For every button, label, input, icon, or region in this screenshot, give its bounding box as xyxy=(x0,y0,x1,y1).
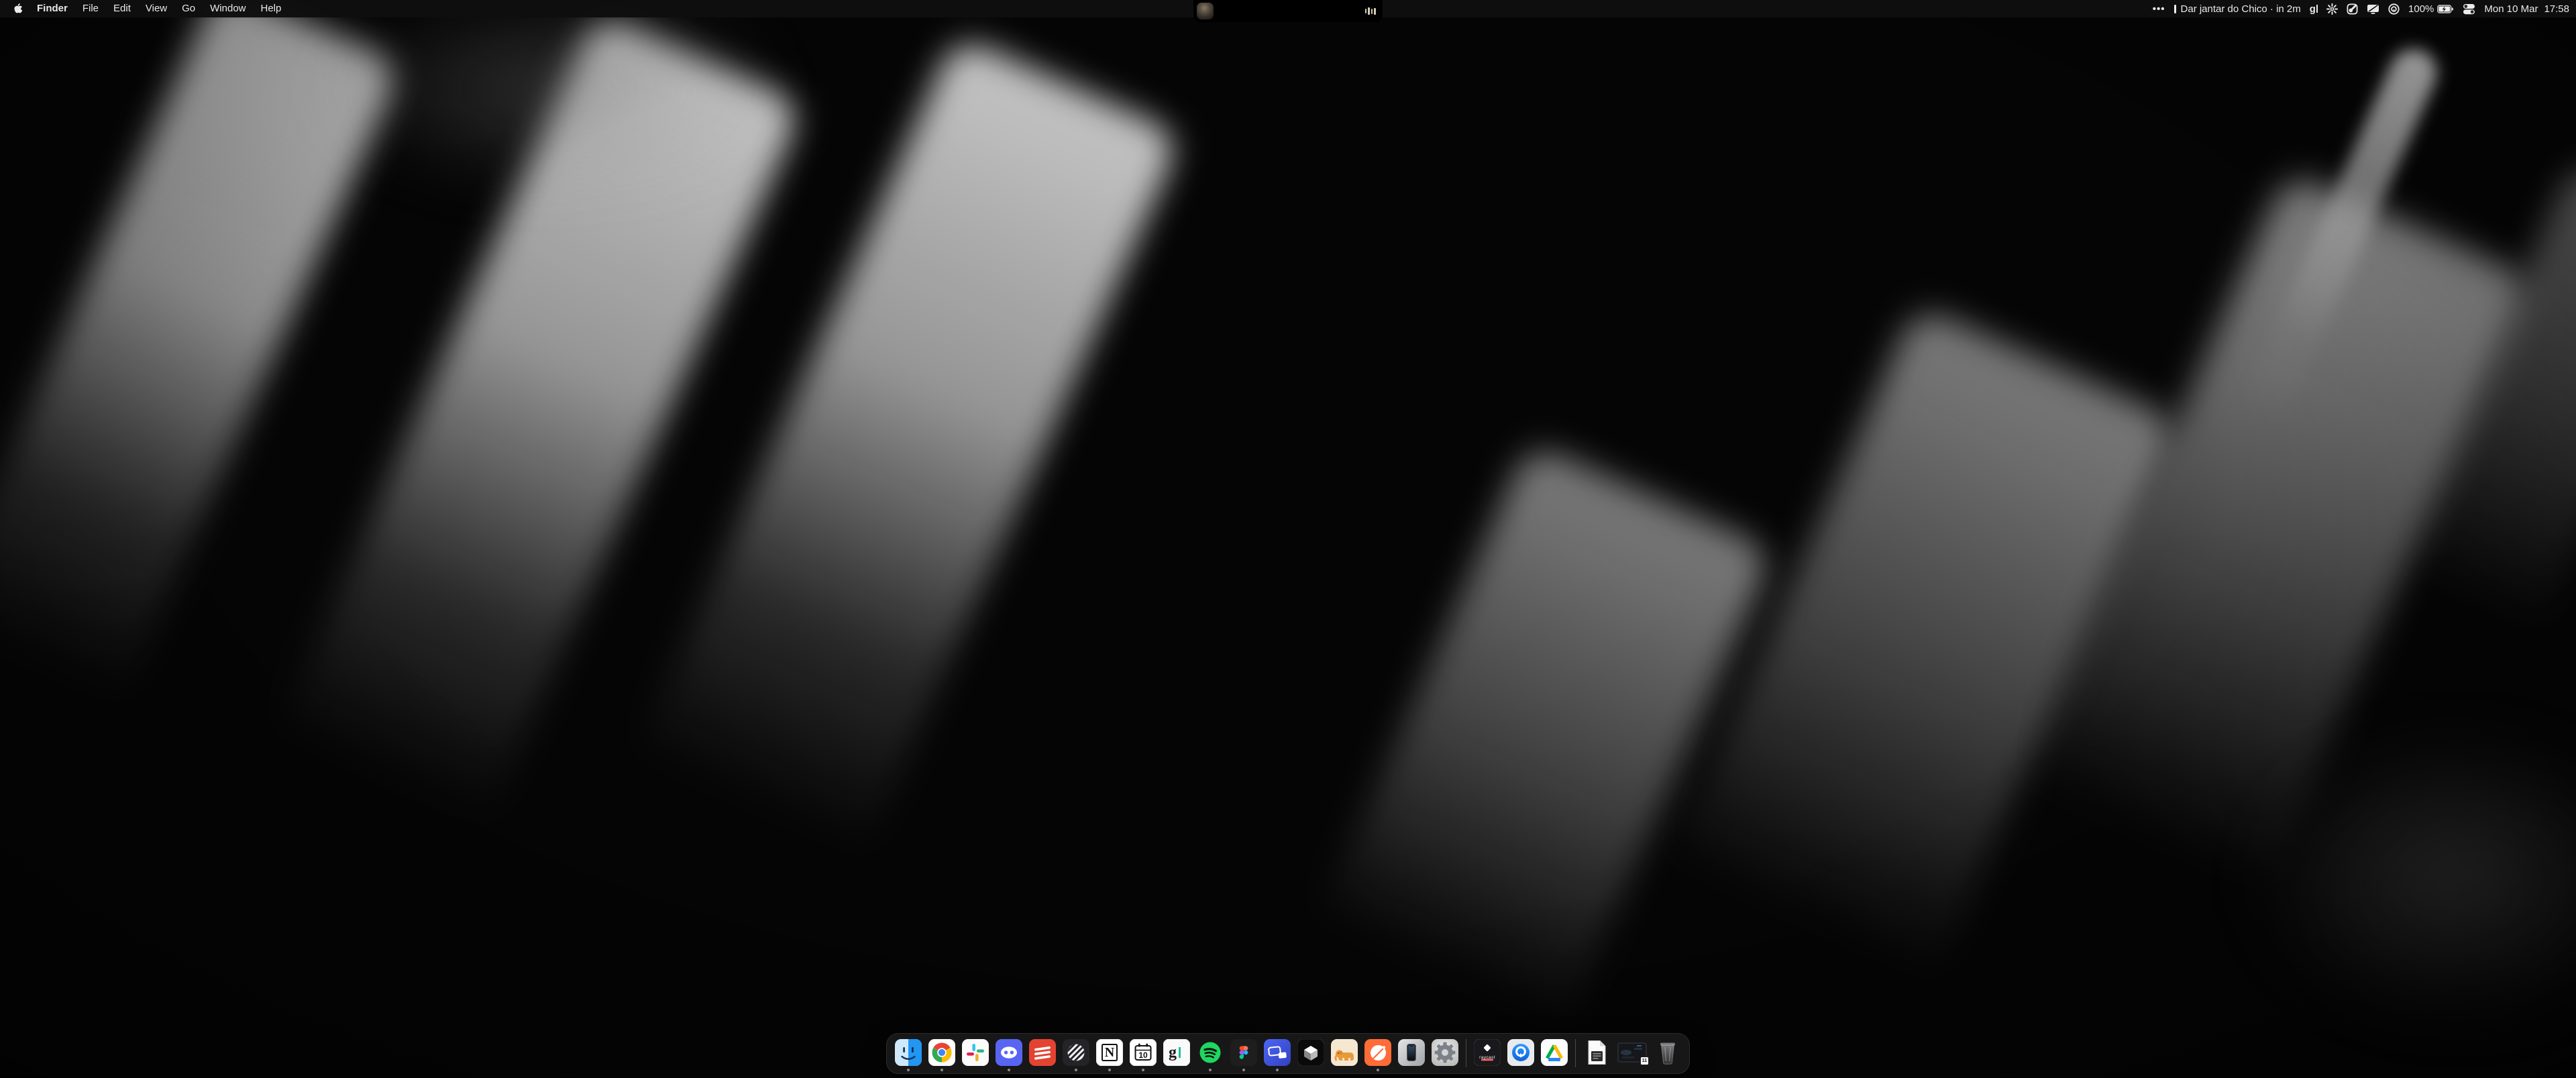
dock: N 10 g xyxy=(886,1033,1690,1074)
dock-item-spotify[interactable] xyxy=(1197,1039,1224,1066)
spotify-icon xyxy=(1197,1039,1224,1066)
dock-item-chrome[interactable] xyxy=(928,1039,955,1066)
dock-separator xyxy=(1575,1039,1576,1067)
dock-item-grammarly[interactable]: g xyxy=(1163,1039,1190,1066)
1password-icon xyxy=(1507,1039,1534,1066)
menu-bar-clock[interactable]: Mon 10 Mar 17:58 xyxy=(2484,3,2569,15)
cube-3d-icon xyxy=(1297,1039,1324,1066)
dock-item-screen-studio[interactable] xyxy=(1264,1039,1291,1066)
slack-icon xyxy=(962,1039,989,1066)
overflow-dots-icon[interactable]: ••• xyxy=(2153,3,2165,15)
display-icon[interactable] xyxy=(2367,3,2379,15)
calendar-date-number: 10 xyxy=(1130,1039,1157,1066)
clock-time: 17:58 xyxy=(2544,3,2569,15)
menu-go[interactable]: Go xyxy=(174,0,203,17)
menu-file[interactable]: File xyxy=(75,0,106,17)
elephant-icon xyxy=(1331,1039,1358,1066)
apple-logo-icon xyxy=(13,3,23,14)
grammarly-letter: g xyxy=(1163,1039,1190,1066)
dock-item-postman[interactable] xyxy=(1364,1039,1391,1066)
screen-studio-icon xyxy=(1264,1039,1291,1066)
dock-item-document-file[interactable] xyxy=(1583,1039,1610,1066)
iphone-mirroring-icon xyxy=(1398,1039,1425,1066)
dock-item-trash[interactable] xyxy=(1654,1039,1681,1066)
apple-menu[interactable] xyxy=(9,3,30,14)
dock-item-postgres-elephant[interactable] xyxy=(1331,1039,1358,1066)
dock-item-figma[interactable] xyxy=(1230,1039,1257,1066)
menu-bar-status: ••• Dar jantar do Chico · in 2m g xyxy=(2153,3,2576,15)
menu-bar-left: Finder File Edit View Go Window Help xyxy=(0,0,288,17)
wallpaper-vignette xyxy=(0,0,2576,1078)
calendar-event-text: Dar jantar do Chico · in 2m xyxy=(2181,3,2301,15)
dock-item-todoist[interactable] xyxy=(1029,1039,1056,1066)
dock-item-linear[interactable] xyxy=(1063,1039,1089,1066)
calendar-event-item[interactable]: Dar jantar do Chico · in 2m xyxy=(2174,3,2301,15)
dock-item-notion-calendar[interactable]: 10 xyxy=(1130,1039,1157,1066)
menu-app-name[interactable]: Finder xyxy=(30,0,75,17)
chrome-icon xyxy=(928,1039,955,1066)
dock-item-raycast[interactable]: raycast xyxy=(1474,1039,1501,1066)
figma-icon xyxy=(1230,1039,1257,1066)
battery-percent: 100% xyxy=(2408,3,2434,15)
control-center-icon[interactable] xyxy=(2463,3,2475,15)
battery-item[interactable]: 100% xyxy=(2408,3,2454,15)
dock-item-iphone-mirroring[interactable] xyxy=(1398,1039,1425,1066)
dock-item-discord[interactable] xyxy=(996,1039,1022,1066)
google-drive-icon xyxy=(1541,1039,1568,1066)
event-color-bar xyxy=(2174,5,2176,13)
audio-visualizer-icon xyxy=(1365,7,1376,16)
linear-icon xyxy=(1063,1039,1089,1066)
1password-icon[interactable] xyxy=(2388,3,2400,15)
now-playing-album-art[interactable] xyxy=(1197,3,1214,19)
dock-item-screenshot-file[interactable]: 11 xyxy=(1617,1039,1648,1066)
dock-item-slack[interactable] xyxy=(962,1039,989,1066)
postman-icon xyxy=(1364,1039,1391,1066)
dock-item-1password[interactable] xyxy=(1507,1039,1534,1066)
sun-burst-icon[interactable] xyxy=(2326,3,2338,15)
file-badge: 11 xyxy=(1640,1057,1649,1065)
notch-media-widget[interactable] xyxy=(1193,0,1383,22)
trash-icon xyxy=(1654,1039,1681,1066)
notion-letter: N xyxy=(1096,1039,1123,1066)
finder-icon xyxy=(895,1039,922,1066)
battery-charging-icon xyxy=(2437,4,2454,14)
raycast-label: raycast xyxy=(1474,1039,1501,1066)
dock-item-system-settings[interactable] xyxy=(1432,1039,1458,1066)
clock-date: Mon 10 Mar xyxy=(2484,3,2538,15)
dock-item-cube-3d-app[interactable] xyxy=(1297,1039,1324,1066)
menu-help[interactable]: Help xyxy=(254,0,289,17)
discord-icon xyxy=(996,1039,1022,1066)
pointer-shape-icon[interactable] xyxy=(2347,3,2358,15)
grammarly-icon[interactable]: g xyxy=(2310,3,2318,15)
menu-edit[interactable]: Edit xyxy=(106,0,138,17)
document-file-icon xyxy=(1583,1039,1610,1066)
desktop-wallpaper xyxy=(0,0,2576,1078)
menu-window[interactable]: Window xyxy=(203,0,253,17)
todoist-icon xyxy=(1029,1039,1056,1066)
system-settings-gear-icon xyxy=(1432,1039,1458,1066)
menu-view[interactable]: View xyxy=(138,0,174,17)
dock-item-finder[interactable] xyxy=(895,1039,922,1066)
dock-item-google-drive[interactable] xyxy=(1541,1039,1568,1066)
dock-item-notion[interactable]: N xyxy=(1096,1039,1123,1066)
